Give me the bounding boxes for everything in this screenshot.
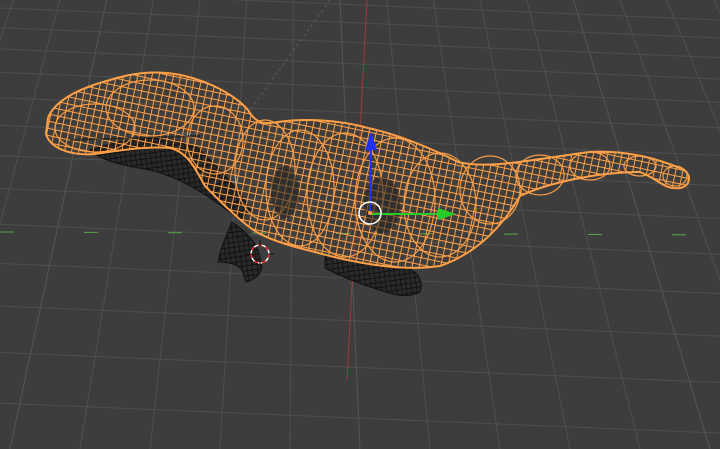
dinosaur-mesh-wireframe[interactable] (44, 71, 690, 269)
gizmo-origin-dot (368, 211, 372, 215)
world-diagonal-line (249, 0, 331, 111)
grid-line (0, 305, 720, 337)
3d-viewport[interactable] (0, 0, 720, 449)
grid-line (0, 402, 720, 434)
grid-line (227, 0, 720, 21)
grid-line (0, 7, 720, 39)
grid-line (0, 352, 720, 384)
